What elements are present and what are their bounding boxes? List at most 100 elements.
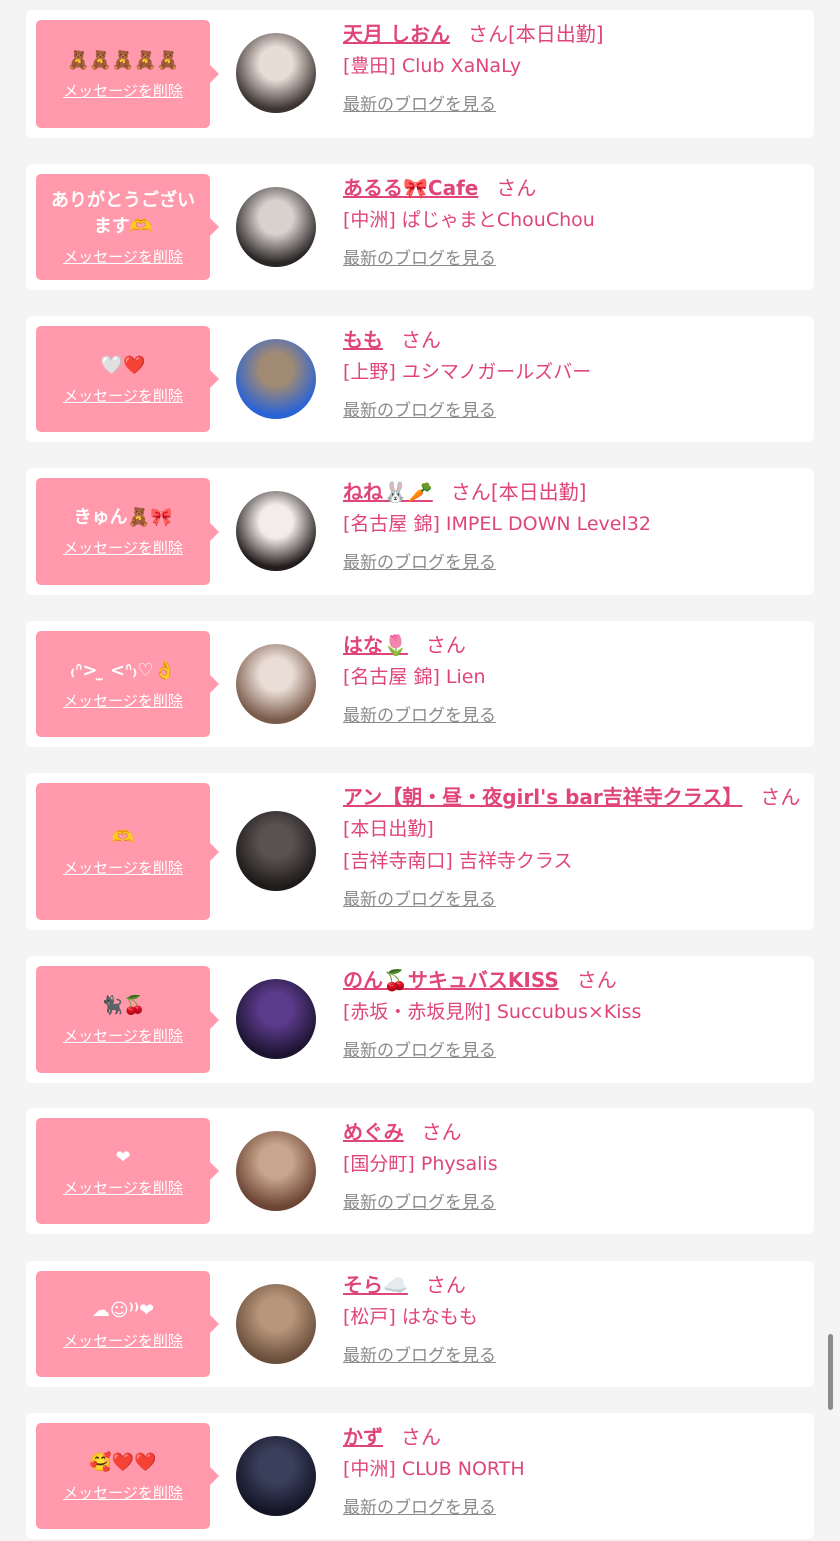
avatar[interactable] bbox=[236, 644, 316, 724]
list-item: ❤ メッセージを削除 めぐみ さん [国分町] Physalis 最新のブログを見る bbox=[26, 1108, 814, 1234]
latest-blog-link[interactable]: 最新のブログを見る bbox=[343, 1036, 496, 1061]
message-text: ❤ bbox=[115, 1146, 131, 1168]
latest-blog-link[interactable]: 最新のブログを見る bbox=[343, 244, 496, 269]
name-line: ねね🐰🥕 さん[本日出勤] bbox=[343, 478, 806, 506]
name-line: めぐみ さん bbox=[343, 1118, 806, 1146]
shop-name: [中洲] CLUB NORTH bbox=[343, 1458, 525, 1480]
delete-message-link[interactable]: メッセージを削除 bbox=[63, 857, 183, 878]
profile-info: あるる🎀Cafe さん [中洲] ぱじゃまとChouChou 最新のブログを見る bbox=[343, 174, 806, 269]
honorific: さん bbox=[421, 1120, 462, 1144]
shop-name: [名古屋 錦] Lien bbox=[343, 666, 486, 688]
list-item: ☁︎☺︎⁾⁾❤︎ メッセージを削除 そら☁️ さん [松戸] はなもも 最新のブログを見る bbox=[26, 1261, 814, 1387]
list-item: 🫶 メッセージを削除 アン【朝・昼・夜girl's bar吉祥寺クラス】 さん [本日出… bbox=[26, 773, 814, 930]
cast-name-link[interactable]: ねね🐰🥕 bbox=[343, 480, 433, 504]
latest-blog-link[interactable]: 最新のブログを見る bbox=[343, 396, 496, 421]
message-bubble: 🤍❤️ メッセージを削除 bbox=[36, 326, 219, 432]
message-bubble: ❤ メッセージを削除 bbox=[36, 1118, 219, 1224]
delete-message-link[interactable]: メッセージを削除 bbox=[63, 385, 183, 406]
delete-message-link[interactable]: メッセージを削除 bbox=[63, 1177, 183, 1198]
honorific: さん bbox=[401, 328, 441, 352]
cast-name-link[interactable]: 天月 しおん bbox=[343, 22, 450, 46]
cast-name-link[interactable]: あるる🎀Cafe bbox=[343, 176, 478, 200]
list-item: ₍ᐢ> ̫ <ᐢ₎♡👌 メッセージを削除 はな🌷 さん [名古屋 錦] Lien 最新のブ… bbox=[26, 621, 814, 747]
latest-blog-link[interactable]: 最新のブログを見る bbox=[343, 1188, 496, 1213]
latest-blog-link[interactable]: 最新のブログを見る bbox=[343, 701, 496, 726]
honorific: さん bbox=[425, 633, 466, 657]
shop-name: [赤坂・赤坂見附] Succubus×Kiss bbox=[343, 1001, 642, 1023]
shop-name: [豊田] Club XaNaLy bbox=[343, 55, 522, 77]
profile-info: はな🌷 さん [名古屋 錦] Lien 最新のブログを見る bbox=[343, 631, 806, 726]
latest-blog-link[interactable]: 最新のブログを見る bbox=[343, 885, 496, 910]
message-bubble: 🫶 メッセージを削除 bbox=[36, 783, 219, 920]
name-line: そら☁️ さん bbox=[343, 1271, 806, 1299]
message-bubble: 🧸🧸🧸🧸🧸 メッセージを削除 bbox=[36, 20, 219, 128]
list-item: 🤍❤️ メッセージを削除 もも さん [上野] ユシマノガールズバー 最新のブログを見る bbox=[26, 316, 814, 442]
message-text: ₍ᐢ> ̫ <ᐢ₎♡👌 bbox=[70, 659, 176, 681]
name-line: 天月 しおん さん[本日出勤] bbox=[343, 20, 806, 48]
honorific: さん bbox=[467, 22, 508, 46]
cast-name-link[interactable]: はな🌷 bbox=[343, 633, 408, 657]
name-line: はな🌷 さん bbox=[343, 631, 806, 659]
shop-name: [上野] ユシマノガールズバー bbox=[343, 361, 592, 383]
delete-message-link[interactable]: メッセージを削除 bbox=[63, 1482, 183, 1503]
honorific: さん bbox=[450, 480, 491, 504]
cast-name-link[interactable]: そら☁️ bbox=[343, 1273, 408, 1297]
profile-info: アン【朝・昼・夜girl's bar吉祥寺クラス】 さん [本日出勤] [吉祥寺南口]… bbox=[343, 783, 806, 910]
message-text: 🥰❤️❤️ bbox=[89, 1451, 157, 1473]
name-line: のん🍒サキュバスKISS さん bbox=[343, 966, 806, 994]
list-item: ありがとうございます🫶 メッセージを削除 あるる🎀Cafe さん [中洲] ぱじゃまとC… bbox=[26, 164, 814, 290]
message-bubble: ☁︎☺︎⁾⁾❤︎ メッセージを削除 bbox=[36, 1271, 219, 1377]
message-bubble: ₍ᐢ> ̫ <ᐢ₎♡👌 メッセージを削除 bbox=[36, 631, 219, 737]
profile-info: ねね🐰🥕 さん[本日出勤] [名古屋 錦] IMPEL DOWN Level32 最新… bbox=[343, 478, 806, 573]
shop-name: [中洲] ぱじゃまとChouChou bbox=[343, 209, 595, 231]
message-bubble: 🐈‍⬛🍒 メッセージを削除 bbox=[36, 966, 219, 1073]
avatar[interactable] bbox=[236, 1131, 316, 1211]
message-text: ☁︎☺︎⁾⁾❤︎ bbox=[91, 1299, 155, 1321]
message-text: ありがとうございます🫶 bbox=[51, 189, 195, 237]
scrollbar[interactable] bbox=[828, 1334, 833, 1410]
cast-name-link[interactable]: めぐみ bbox=[343, 1120, 404, 1144]
latest-blog-link[interactable]: 最新のブログを見る bbox=[343, 1341, 496, 1366]
profile-info: そら☁️ さん [松戸] はなもも 最新のブログを見る bbox=[343, 1271, 806, 1366]
latest-blog-link[interactable]: 最新のブログを見る bbox=[343, 1493, 496, 1518]
cast-name-link[interactable]: のん🍒サキュバスKISS bbox=[343, 968, 559, 992]
list-item: きゅん🧸🎀 メッセージを削除 ねね🐰🥕 さん[本日出勤] [名古屋 錦] IMPEL D… bbox=[26, 468, 814, 595]
shop-name: [国分町] Physalis bbox=[343, 1153, 498, 1175]
delete-message-link[interactable]: メッセージを削除 bbox=[63, 246, 183, 267]
profile-info: 天月 しおん さん[本日出勤] [豊田] Club XaNaLy 最新のブログを見る bbox=[343, 20, 806, 115]
message-bubble: きゅん🧸🎀 メッセージを削除 bbox=[36, 478, 219, 585]
avatar[interactable] bbox=[236, 33, 316, 113]
avatar[interactable] bbox=[236, 187, 316, 267]
avatar[interactable] bbox=[236, 1436, 316, 1516]
delete-message-link[interactable]: メッセージを削除 bbox=[63, 80, 183, 101]
message-text: 🧸🧸🧸🧸🧸 bbox=[66, 49, 180, 71]
profile-info: もも さん [上野] ユシマノガールズバー 最新のブログを見る bbox=[343, 326, 806, 421]
avatar[interactable] bbox=[236, 339, 316, 419]
status-badge: [本日出勤] bbox=[507, 22, 604, 46]
avatar[interactable] bbox=[236, 979, 316, 1059]
delete-message-link[interactable]: メッセージを削除 bbox=[63, 1025, 183, 1046]
latest-blog-link[interactable]: 最新のブログを見る bbox=[343, 90, 496, 115]
honorific: さん bbox=[576, 968, 617, 992]
delete-message-link[interactable]: メッセージを削除 bbox=[63, 1330, 183, 1351]
honorific: さん bbox=[425, 1273, 466, 1297]
message-text: 🤍❤️ bbox=[100, 354, 146, 376]
shop-name: [吉祥寺南口] 吉祥寺クラス bbox=[343, 850, 573, 872]
latest-blog-link[interactable]: 最新のブログを見る bbox=[343, 548, 496, 573]
message-text: 🫶 bbox=[111, 827, 135, 848]
honorific: さん bbox=[401, 1425, 441, 1449]
cast-name-link[interactable]: アン【朝・昼・夜girl's bar吉祥寺クラス】 bbox=[343, 785, 742, 809]
honorific: さん bbox=[760, 785, 801, 809]
list-item: 🐈‍⬛🍒 メッセージを削除 のん🍒サキュバスKISS さん [赤坂・赤坂見附] Succ… bbox=[26, 956, 814, 1083]
avatar[interactable] bbox=[236, 811, 316, 891]
cast-name-link[interactable]: もも bbox=[343, 328, 383, 352]
avatar[interactable] bbox=[236, 1284, 316, 1364]
cast-name-link[interactable]: かず bbox=[343, 1425, 383, 1449]
favorites-list: 🧸🧸🧸🧸🧸 メッセージを削除 天月 しおん さん[本日出勤] [豊田] Club XaN… bbox=[0, 0, 840, 1541]
profile-info: のん🍒サキュバスKISS さん [赤坂・赤坂見附] Succubus×Kiss 最新の… bbox=[343, 966, 806, 1061]
name-line: かず さん bbox=[343, 1423, 806, 1451]
delete-message-link[interactable]: メッセージを削除 bbox=[63, 537, 183, 558]
avatar[interactable] bbox=[236, 491, 316, 571]
delete-message-link[interactable]: メッセージを削除 bbox=[63, 690, 183, 711]
profile-info: めぐみ さん [国分町] Physalis 最新のブログを見る bbox=[343, 1118, 806, 1213]
